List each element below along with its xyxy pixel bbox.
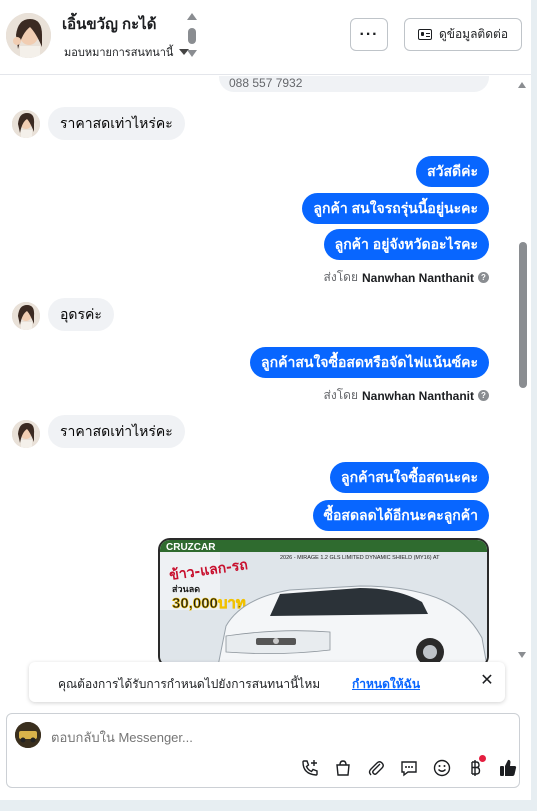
incoming-message[interactable]: ราคาสดเท่าไหร่คะ (48, 415, 185, 448)
like-icon[interactable] (491, 756, 524, 780)
sent-by-prefix: ส่งโดย (323, 270, 358, 284)
outgoing-message[interactable]: ลูกค้าสนใจซื้อสดนะคะ (330, 462, 489, 493)
sender-avatar (12, 302, 40, 330)
contact-name[interactable]: เอิ้นขวัญ กะได้ (62, 12, 156, 36)
sent-by-line: ส่งโดย Nanwhan Nanthanit ? (324, 386, 489, 405)
info-icon[interactable]: ? (478, 272, 489, 283)
close-icon[interactable]: ✕ (479, 673, 495, 689)
scroll-down-arrow-icon[interactable] (518, 652, 526, 658)
sent-by-line: ส่งโดย Nanwhan Nanthanit ? (324, 268, 489, 287)
payment-icon[interactable] (458, 755, 491, 780)
incoming-message[interactable]: ราคาสดเท่าไหร่คะ (48, 107, 185, 140)
contact-avatar[interactable] (6, 13, 51, 58)
page-avatar (15, 722, 41, 748)
composer-toolbar (293, 755, 524, 780)
outgoing-message[interactable]: ลูกค้า อยู่จังหวัดอะไรคะ (323, 229, 489, 260)
next-arrow-icon[interactable] (187, 50, 197, 57)
promo-discount-label: ส่วนลด (172, 584, 200, 595)
navigator-handle (188, 28, 196, 44)
sender-avatar (12, 420, 40, 448)
message-thread[interactable]: 088 557 7932 ราคาสดเท่าไหร่คะ สวัสดีค่ะ … (0, 76, 514, 662)
assign-conversation-dropdown[interactable]: มอบหมายการสนทนานี้ (64, 43, 190, 61)
scroll-up-arrow-icon[interactable] (518, 82, 526, 88)
attachment-icon[interactable] (359, 756, 392, 780)
conversation-panel: เอิ้นขวัญ กะได้ มอบหมายการสนทนานี้ ··· ด… (0, 0, 531, 800)
outgoing-message[interactable]: ซื้อสดลดได้อีกนะคะลูกค้า (312, 500, 489, 531)
call-add-icon[interactable] (293, 756, 326, 780)
assignment-notice: คุณต้องการได้รับการกำหนดไปยังการสนทนานี้… (29, 662, 505, 702)
scrollbar-thumb[interactable] (519, 242, 527, 388)
outgoing-message[interactable]: ลูกค้าสนใจซื้อสดหรือจัดไฟแน้นซ์คะ (250, 347, 489, 378)
sent-by-name: Nanwhan Nanthanit (361, 388, 474, 403)
incoming-message[interactable]: อุดรค่ะ (48, 298, 114, 331)
conversation-header: เอิ้นขวัญ กะได้ มอบหมายการสนทนานี้ ··· ด… (0, 0, 531, 75)
promo-amount-text: 30,000บาท (172, 595, 246, 612)
info-icon[interactable]: ? (478, 390, 489, 401)
contact-card-icon (417, 29, 432, 40)
car-photo-attachment[interactable]: CRUZCAR 2026 - MIRAGE 1.2 GLS LIMITED DY… (158, 538, 489, 662)
assignment-notice-text: คุณต้องการได้รับการกำหนดไปยังการสนทนานี้… (58, 677, 321, 691)
outgoing-message[interactable]: ลูกค้า สนใจรถรุ่นนี้อยู่นะคะ (302, 193, 489, 224)
reply-input[interactable] (51, 730, 351, 745)
sent-by-name: Nanwhan Nanthanit (361, 270, 474, 285)
reply-composer (6, 713, 520, 788)
banner-top-text: CRUZCAR (166, 542, 216, 553)
shopping-bag-icon[interactable] (326, 756, 359, 780)
thread-scrollbar[interactable] (514, 76, 531, 662)
notification-dot (479, 755, 486, 762)
sender-avatar (12, 110, 40, 138)
model-line-text: 2026 - MIRAGE 1.2 GLS LIMITED DYNAMIC SH… (280, 555, 440, 561)
previous-message-fragment: 088 557 7932 (219, 76, 489, 92)
more-options-button[interactable]: ··· (350, 18, 388, 51)
sent-by-prefix: ส่งโดย (323, 388, 358, 402)
conversation-navigator[interactable] (186, 13, 198, 59)
outgoing-message[interactable]: สวัสดีค่ะ (416, 156, 489, 187)
emoji-icon[interactable] (425, 756, 458, 780)
assign-to-me-link[interactable]: กำหนดให้ฉัน (352, 675, 420, 694)
previous-arrow-icon[interactable] (187, 13, 197, 20)
assign-label: มอบหมายการสนทนานี้ (64, 47, 174, 59)
view-contact-info-button[interactable]: ดูข้อมูลติดต่อ (404, 18, 522, 51)
view-contact-info-label: ดูข้อมูลติดต่อ (438, 27, 509, 41)
saved-replies-icon[interactable] (392, 756, 425, 780)
